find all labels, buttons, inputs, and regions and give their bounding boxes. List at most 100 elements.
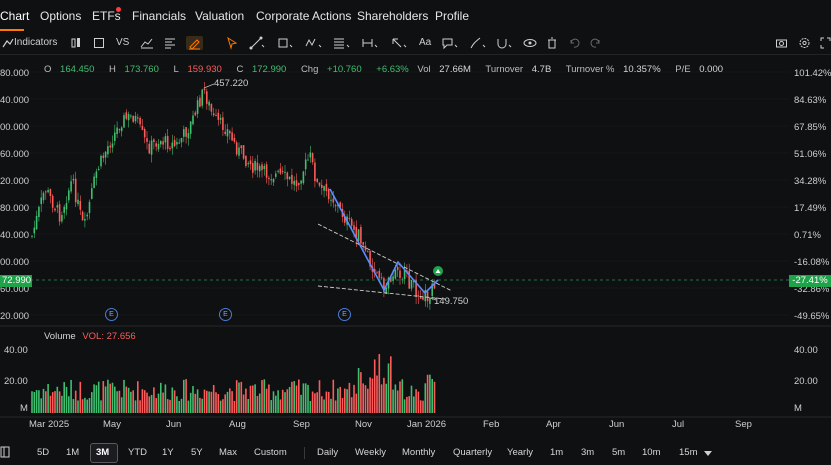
nav-tab-shareholders[interactable]: Shareholders	[357, 9, 428, 23]
interval-yearly[interactable]: Yearly	[507, 447, 533, 458]
volume-bar	[114, 386, 116, 413]
change-label: Chg	[300, 64, 319, 75]
nav-tab-financials[interactable]: Financials	[132, 9, 186, 23]
volume-bar	[169, 399, 171, 413]
volume-bar	[249, 385, 252, 413]
interval-weekly[interactable]: Weekly	[355, 447, 386, 458]
turnover-pct-label: Turnover %	[565, 64, 615, 75]
earnings-badge[interactable]: E	[219, 308, 232, 321]
volume-bar	[38, 390, 40, 413]
nav-tab-profile[interactable]: Profile	[435, 9, 469, 23]
volume-indicator-value: 27.656	[106, 331, 136, 342]
measure-icon[interactable]	[361, 36, 379, 50]
candle-body	[95, 171, 98, 178]
shape-tool-icon[interactable]	[277, 36, 293, 50]
drawing-tools-button[interactable]	[186, 36, 203, 50]
candle-body	[169, 147, 171, 150]
candle-body	[367, 251, 369, 253]
nav-tab-corporate-actions[interactable]: Corporate Actions	[256, 9, 351, 23]
candle-body	[194, 112, 197, 116]
volume-bar	[284, 392, 286, 413]
low-annotation: 149.750	[434, 296, 469, 307]
candle-body	[206, 91, 208, 104]
volume-bar	[339, 386, 341, 413]
comment-icon[interactable]	[441, 36, 459, 50]
candle-body	[318, 182, 321, 186]
fibonacci-icon[interactable]	[333, 36, 351, 50]
candle-body	[224, 131, 226, 134]
text-align-icon[interactable]	[164, 36, 176, 50]
volume-bar	[256, 395, 259, 413]
volume-bar	[171, 387, 174, 413]
candle-body	[325, 183, 328, 192]
candle-body	[79, 200, 82, 210]
candle-body	[399, 270, 401, 279]
volume-bar	[189, 392, 192, 413]
interval-quarterly[interactable]: Quarterly	[453, 447, 492, 458]
volume-bar	[104, 386, 107, 413]
magnet-icon[interactable]	[495, 36, 513, 50]
range-ytd[interactable]: YTD	[128, 447, 147, 458]
interval-5m[interactable]: 5m	[612, 447, 625, 458]
cursor-icon[interactable]	[226, 36, 238, 50]
volume-bar	[311, 391, 314, 413]
range-custom[interactable]: Custom	[254, 447, 287, 458]
price-axis-label: 00.000	[0, 122, 30, 133]
settings-gear-icon[interactable]	[798, 36, 811, 50]
volume-bar	[224, 394, 226, 413]
sidebar-toggle-icon[interactable]	[0, 446, 10, 461]
pattern-tool-icon[interactable]	[305, 36, 323, 50]
candle-type-icon[interactable]	[70, 36, 82, 50]
candle-body	[61, 215, 63, 222]
redo-icon[interactable]	[590, 36, 602, 50]
volume-bar	[277, 390, 279, 413]
volume-axis-label: 20.00	[4, 376, 28, 387]
eye-icon[interactable]	[523, 36, 537, 50]
volume-bar	[65, 386, 68, 413]
interval-monthly[interactable]: Monthly	[402, 447, 435, 458]
chart-panel[interactable]: O 164.450 H 173.760 L 159.930 C 172.990 …	[0, 58, 831, 418]
candle-body	[279, 168, 282, 174]
interval-15m[interactable]: 15m	[679, 447, 697, 458]
fullscreen-icon[interactable]	[820, 36, 831, 50]
interval-3m[interactable]: 3m	[581, 447, 594, 458]
undo-icon[interactable]	[568, 36, 580, 50]
range-5y[interactable]: 5Y	[191, 447, 203, 458]
compare-vs-button[interactable]: VS	[116, 36, 129, 50]
layout-icon[interactable]	[93, 36, 105, 50]
earnings-badge[interactable]: E	[338, 308, 351, 321]
brush-icon[interactable]	[469, 36, 487, 50]
nav-tab-valuation[interactable]: Valuation	[195, 9, 244, 23]
price-chart[interactable]	[0, 58, 831, 418]
range-1y[interactable]: 1Y	[162, 447, 174, 458]
nav-tab-options[interactable]: Options	[40, 9, 81, 23]
range-max[interactable]: Max	[219, 447, 237, 458]
arrow-tool-icon[interactable]	[390, 36, 408, 50]
chevron-down-icon[interactable]	[704, 449, 712, 460]
high-label: H	[109, 64, 116, 75]
candle-body	[38, 206, 40, 218]
candle-body	[208, 101, 210, 106]
trash-icon[interactable]	[546, 36, 558, 50]
camera-icon[interactable]	[775, 36, 788, 50]
candle-body	[364, 245, 367, 251]
range-5d[interactable]: 5D	[37, 447, 49, 458]
interval-1m[interactable]: 1m	[550, 447, 563, 458]
text-tool-button[interactable]: Aa	[419, 36, 431, 50]
area-chart-icon[interactable]	[140, 36, 154, 50]
volume-bar	[362, 383, 364, 413]
volume-bar	[178, 400, 180, 413]
trend-line-icon[interactable]	[249, 36, 265, 50]
candle-body	[155, 143, 157, 147]
earnings-badge[interactable]: E	[105, 308, 118, 321]
candle-body	[40, 197, 42, 205]
interval-10m[interactable]: 10m	[642, 447, 660, 458]
nav-tab-chart[interactable]: Chart	[0, 9, 29, 23]
volume-bar	[371, 378, 374, 413]
volume-title: Volume	[44, 331, 76, 342]
range-1m[interactable]: 1M	[66, 447, 79, 458]
interval-daily[interactable]: Daily	[317, 447, 338, 458]
range-3m[interactable]: 3M	[96, 447, 109, 458]
pct-axis-label: 101.42%	[794, 68, 831, 79]
volume-bar	[396, 390, 399, 413]
